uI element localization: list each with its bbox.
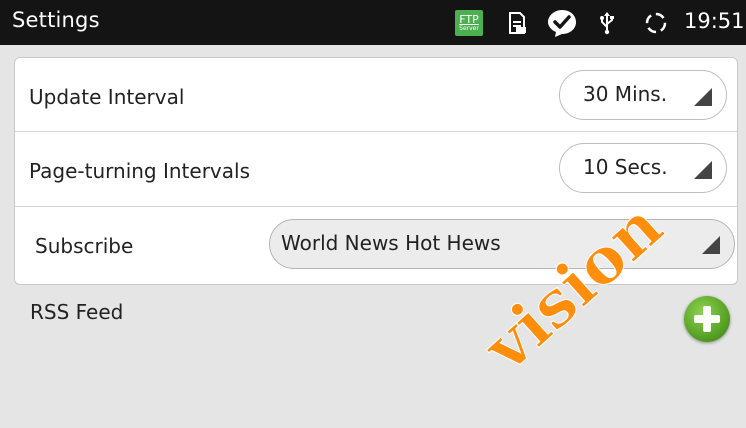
sync-icon (642, 0, 670, 45)
divider (15, 131, 737, 132)
ftp-server-label: Server (459, 24, 479, 32)
update-interval-value: 30 Mins. (583, 82, 668, 106)
status-bar: Settings FTP Server 19:51 (0, 0, 746, 45)
subscribe-value: World News Hot Hews (281, 231, 501, 255)
ftp-label: FTP (459, 12, 479, 26)
check-bubble-icon (545, 0, 579, 45)
app-title: Settings (12, 8, 100, 32)
clock: 19:51 (684, 9, 745, 33)
divider (15, 206, 737, 207)
dropdown-arrow-icon (702, 236, 720, 254)
plus-icon (694, 306, 720, 332)
sim-card-icon (505, 0, 529, 45)
usb-icon (597, 0, 617, 45)
page-turning-intervals-label: Page-turning Intervals (29, 159, 250, 183)
update-interval-label: Update Interval (29, 85, 185, 109)
update-interval-dropdown[interactable]: 30 Mins. (559, 70, 727, 120)
subscribe-dropdown[interactable]: World News Hot Hews (269, 219, 735, 269)
page-turning-intervals-dropdown[interactable]: 10 Secs. (559, 143, 727, 193)
rss-feed-label: RSS Feed (30, 300, 124, 324)
add-feed-button[interactable] (684, 296, 730, 342)
ftp-server-icon: FTP Server (455, 10, 483, 36)
dropdown-arrow-icon (694, 161, 712, 179)
page-turning-intervals-value: 10 Secs. (583, 155, 668, 179)
subscribe-label: Subscribe (35, 234, 134, 258)
dropdown-arrow-icon (694, 88, 712, 106)
